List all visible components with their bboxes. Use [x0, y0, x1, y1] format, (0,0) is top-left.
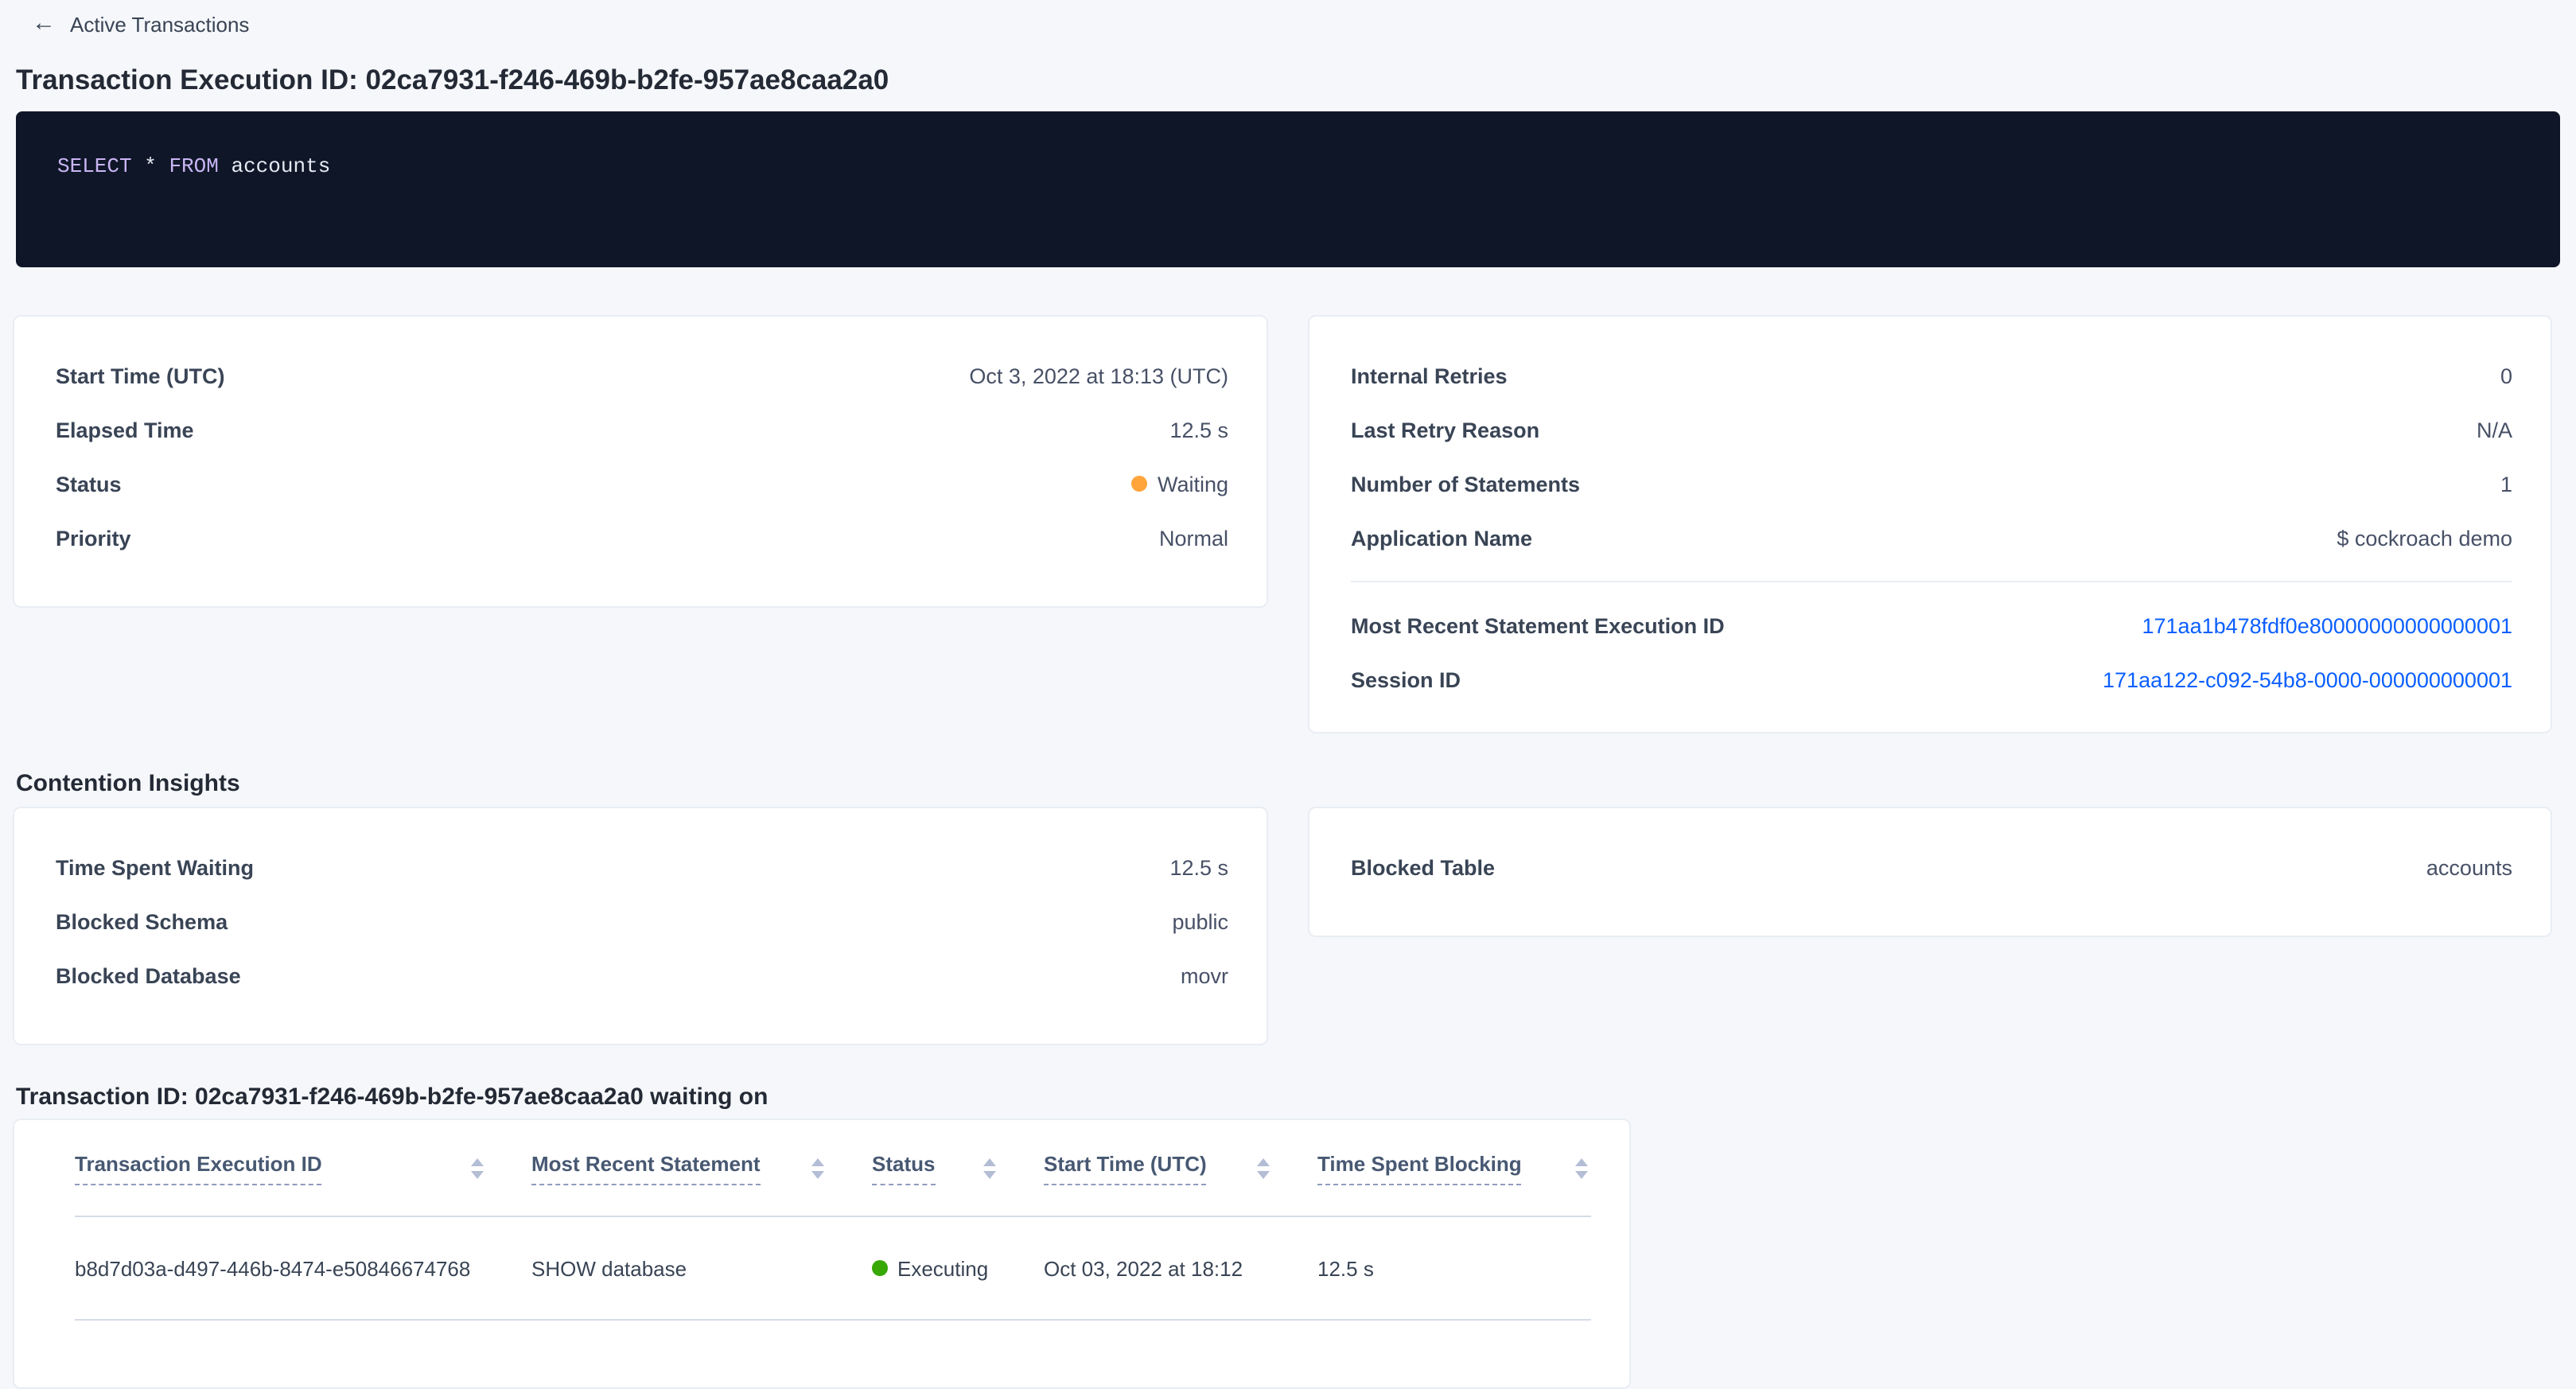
sort-icon[interactable]	[811, 1158, 824, 1178]
cell-transaction-execution-id: b8d7d03a-d497-446b-8474-e50846674768	[75, 1256, 531, 1280]
topbar: ← Active Transactions	[0, 0, 2576, 38]
table-header-row: Transaction Execution ID Most Recent Sta…	[75, 1120, 1591, 1217]
application-name-value: $ cockroach demo	[2337, 526, 2512, 550]
sort-icon[interactable]	[471, 1158, 484, 1178]
elapsed-time-label: Elapsed Time	[56, 418, 194, 442]
blocked-schema-label: Blocked Schema	[56, 909, 228, 933]
status-text: Waiting	[1158, 472, 1228, 496]
cell-start-time: Oct 03, 2022 at 18:12	[1044, 1256, 1317, 1280]
blocked-database-value: movr	[1181, 963, 1228, 987]
field-blocked-database: Blocked Database movr	[56, 948, 1228, 1002]
column-header-label[interactable]: Transaction Execution ID	[75, 1151, 322, 1185]
field-elapsed-time: Elapsed Time 12.5 s	[56, 403, 1228, 457]
field-application-name: Application Name $ cockroach demo	[1351, 511, 2512, 565]
field-internal-retries: Internal Retries 0	[1351, 348, 2512, 403]
session-id-link[interactable]: 171aa122-c092-54b8-0000-000000000001	[2103, 667, 2512, 691]
last-retry-reason-label: Last Retry Reason	[1351, 418, 1539, 442]
sort-icon[interactable]	[1575, 1158, 1588, 1178]
application-name-label: Application Name	[1351, 526, 1532, 550]
field-blocked-table: Blocked Table accounts	[1351, 840, 2512, 894]
field-blocked-schema: Blocked Schema public	[56, 894, 1228, 948]
page-title: Transaction Execution ID: 02ca7931-f246-…	[16, 62, 2560, 97]
blocked-schema-value: public	[1172, 909, 1228, 933]
status-waiting-dot-icon	[1132, 476, 1148, 492]
priority-value: Normal	[1159, 526, 1228, 550]
column-header-transaction-execution-id[interactable]: Transaction Execution ID	[75, 1151, 531, 1185]
back-link-label: Active Transactions	[70, 12, 249, 36]
sql-statement-box: SELECT * FROM accounts	[16, 111, 2560, 267]
column-header-start-time[interactable]: Start Time (UTC)	[1044, 1151, 1317, 1185]
transaction-meta-card: Internal Retries 0 Last Retry Reason N/A…	[1308, 315, 2552, 733]
column-header-status[interactable]: Status	[872, 1151, 1044, 1185]
waiting-on-table-card: Transaction Execution ID Most Recent Sta…	[13, 1119, 1631, 1389]
sort-icon[interactable]	[983, 1158, 996, 1178]
back-arrow-icon: ←	[32, 11, 56, 37]
field-status: Status Waiting	[56, 457, 1228, 511]
transaction-timing-card: Start Time (UTC) Oct 3, 2022 at 18:13 (U…	[13, 315, 1268, 608]
number-of-statements-label: Number of Statements	[1351, 472, 1580, 496]
sql-text: *	[132, 154, 169, 178]
sort-icon[interactable]	[1257, 1158, 1270, 1178]
blocked-table-card: Blocked Table accounts	[1308, 807, 2552, 937]
internal-retries-value: 0	[2500, 364, 2512, 387]
sql-table-name: accounts	[219, 154, 330, 178]
contention-waiting-card: Time Spent Waiting 12.5 s Blocked Schema…	[13, 807, 1268, 1045]
elapsed-time-value: 12.5 s	[1169, 418, 1228, 442]
start-time-label: Start Time (UTC)	[56, 364, 225, 387]
field-last-retry-reason: Last Retry Reason N/A	[1351, 403, 2512, 457]
cell-status: Executing	[872, 1256, 1044, 1280]
statement-execution-id-label: Most Recent Statement Execution ID	[1351, 613, 1725, 637]
column-header-label[interactable]: Most Recent Statement	[531, 1151, 761, 1185]
field-most-recent-statement-execution-id: Most Recent Statement Execution ID 171aa…	[1351, 598, 2512, 652]
status-text: Executing	[897, 1256, 988, 1280]
column-header-label[interactable]: Status	[872, 1151, 935, 1185]
field-priority: Priority Normal	[56, 511, 1228, 565]
active-transaction-details-page: ← Active Transactions Transaction Execut…	[0, 0, 2576, 1365]
card-divider	[1351, 581, 2512, 582]
status-executing-dot-icon	[872, 1260, 888, 1276]
status-label: Status	[56, 472, 122, 496]
field-time-spent-waiting: Time Spent Waiting 12.5 s	[56, 840, 1228, 894]
cell-time-spent-blocking: 12.5 s	[1317, 1256, 1591, 1280]
time-spent-waiting-value: 12.5 s	[1169, 855, 1228, 879]
sql-statement: SELECT * FROM accounts	[57, 154, 330, 178]
priority-label: Priority	[56, 526, 131, 550]
column-header-label[interactable]: Start Time (UTC)	[1044, 1151, 1207, 1185]
column-header-time-spent-blocking[interactable]: Time Spent Blocking	[1317, 1151, 1591, 1185]
field-start-time: Start Time (UTC) Oct 3, 2022 at 18:13 (U…	[56, 348, 1228, 403]
contention-insights-heading: Contention Insights	[16, 768, 2576, 799]
waiting-on-heading: Transaction ID: 02ca7931-f246-469b-b2fe-…	[16, 1082, 2576, 1112]
start-time-value: Oct 3, 2022 at 18:13 (UTC)	[969, 364, 1228, 387]
transaction-details-cards: Start Time (UTC) Oct 3, 2022 at 18:13 (U…	[13, 315, 2552, 733]
sql-keyword: FROM	[169, 154, 218, 178]
back-to-active-transactions-link[interactable]: ← Active Transactions	[32, 11, 249, 37]
table-row: b8d7d03a-d497-446b-8474-e50846674768 SHO…	[75, 1217, 1591, 1321]
blocked-database-label: Blocked Database	[56, 963, 241, 987]
cell-most-recent-statement: SHOW database	[531, 1256, 872, 1280]
sql-keyword: SELECT	[57, 154, 132, 178]
statement-execution-id-link[interactable]: 171aa1b478fdf0e80000000000000001	[2142, 613, 2513, 637]
status-value: Waiting	[1132, 472, 1228, 496]
number-of-statements-value: 1	[2500, 472, 2512, 496]
contention-insights-cards: Time Spent Waiting 12.5 s Blocked Schema…	[13, 807, 2552, 1045]
time-spent-waiting-label: Time Spent Waiting	[56, 855, 254, 879]
waiting-on-table: Transaction Execution ID Most Recent Sta…	[14, 1120, 1629, 1321]
field-session-id: Session ID 171aa122-c092-54b8-0000-00000…	[1351, 652, 2512, 706]
internal-retries-label: Internal Retries	[1351, 364, 1508, 387]
blocked-table-label: Blocked Table	[1351, 855, 1495, 879]
field-number-of-statements: Number of Statements 1	[1351, 457, 2512, 511]
session-id-label: Session ID	[1351, 667, 1461, 691]
last-retry-reason-value: N/A	[2477, 418, 2512, 442]
blocked-table-value: accounts	[2426, 855, 2512, 879]
column-header-most-recent-statement[interactable]: Most Recent Statement	[531, 1151, 872, 1185]
column-header-label[interactable]: Time Spent Blocking	[1317, 1151, 1522, 1185]
